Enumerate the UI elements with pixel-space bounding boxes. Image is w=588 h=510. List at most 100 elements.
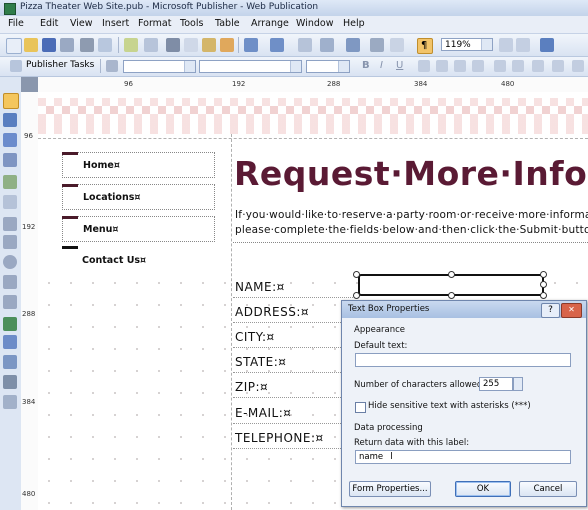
menu-file[interactable]: File xyxy=(8,18,24,29)
menu-view[interactable]: View xyxy=(70,18,93,29)
paste-icon[interactable] xyxy=(202,38,216,52)
web-preview-icon[interactable] xyxy=(370,38,384,52)
menu-format[interactable]: Format xyxy=(138,18,171,29)
bold-icon[interactable]: B xyxy=(362,60,370,71)
undo-icon[interactable] xyxy=(244,38,258,52)
help-icon[interactable] xyxy=(540,38,554,52)
cut-icon[interactable] xyxy=(166,38,180,52)
zoom-in-icon[interactable] xyxy=(516,38,530,52)
form-label-name[interactable]: NAME:¤ xyxy=(235,280,285,294)
text-box-icon[interactable] xyxy=(3,113,17,127)
help-button[interactable]: ? xyxy=(541,303,560,318)
format-painter-icon[interactable] xyxy=(220,38,234,52)
zoom-dropdown[interactable]: 119% xyxy=(441,38,493,51)
search-icon[interactable] xyxy=(60,38,74,52)
item-library-icon[interactable] xyxy=(3,395,17,409)
research-icon[interactable] xyxy=(144,38,158,52)
resize-handle[interactable] xyxy=(353,292,360,299)
task-pane-icon[interactable] xyxy=(10,60,22,72)
intro-text-line2[interactable]: please·complete·the·fields·below·and·the… xyxy=(235,224,588,236)
wordart-icon[interactable] xyxy=(3,153,17,167)
form-control-icon[interactable] xyxy=(3,317,17,331)
close-button[interactable]: ✕ xyxy=(561,303,582,318)
nav-item-contact[interactable]: Contact Us¤ xyxy=(62,248,215,274)
vertical-ruler[interactable]: 96 192 288 384 480 xyxy=(21,92,39,510)
html-fragment-icon[interactable] xyxy=(3,335,17,349)
new-icon[interactable] xyxy=(6,38,22,54)
line-icon[interactable] xyxy=(3,217,17,231)
print-preview-icon[interactable] xyxy=(98,38,112,52)
zoom-tool-icon[interactable] xyxy=(390,38,404,52)
hotspot-icon[interactable] xyxy=(3,355,17,369)
justify-icon[interactable] xyxy=(472,60,484,72)
style-dropdown[interactable] xyxy=(123,60,196,73)
copy-icon[interactable] xyxy=(184,38,198,52)
form-label-state[interactable]: STATE:¤ xyxy=(235,355,286,369)
spelling-icon[interactable] xyxy=(124,38,138,52)
font-color-icon[interactable] xyxy=(572,60,584,72)
bullets-icon[interactable] xyxy=(512,60,524,72)
resize-handle[interactable] xyxy=(448,271,455,278)
menu-insert[interactable]: Insert xyxy=(102,18,129,29)
open-icon[interactable] xyxy=(24,38,38,52)
ok-button[interactable]: OK xyxy=(455,481,511,497)
form-label-telephone[interactable]: TELEPHONE:¤ xyxy=(235,431,324,445)
arrow-icon[interactable] xyxy=(3,235,17,249)
indent-icon[interactable] xyxy=(532,60,544,72)
align-left-icon[interactable] xyxy=(418,60,430,72)
default-text-field[interactable] xyxy=(355,353,571,367)
form-properties-button[interactable]: Form Properties... xyxy=(349,481,431,497)
menu-window[interactable]: Window xyxy=(296,18,333,29)
form-label-email[interactable]: E-MAIL:¤ xyxy=(235,406,291,420)
menu-table[interactable]: Table xyxy=(215,18,240,29)
menu-help[interactable]: Help xyxy=(343,18,365,29)
font-size-dropdown[interactable] xyxy=(306,60,350,73)
resize-handle[interactable] xyxy=(540,281,547,288)
menu-arrange[interactable]: Arrange xyxy=(251,18,289,29)
form-label-address[interactable]: ADDRESS:¤ xyxy=(235,305,309,319)
num-chars-field[interactable]: 255 xyxy=(479,377,513,391)
outdent-icon[interactable] xyxy=(552,60,564,72)
save-icon[interactable] xyxy=(42,38,56,52)
underline-icon[interactable]: U xyxy=(396,60,403,71)
pilcrow-icon[interactable]: ¶ xyxy=(417,38,433,54)
send-backward-icon[interactable] xyxy=(320,38,334,52)
publisher-tasks-label[interactable]: Publisher Tasks xyxy=(26,60,94,70)
hyperlink-icon[interactable] xyxy=(346,38,360,52)
design-gallery-icon[interactable] xyxy=(3,375,17,389)
rectangle-icon[interactable] xyxy=(3,275,17,289)
italic-icon[interactable]: I xyxy=(380,60,383,71)
font-dropdown[interactable] xyxy=(199,60,302,73)
bring-forward-icon[interactable] xyxy=(298,38,312,52)
print-icon[interactable] xyxy=(80,38,94,52)
menu-tools[interactable]: Tools xyxy=(180,18,203,29)
align-center-icon[interactable] xyxy=(436,60,448,72)
redo-icon[interactable] xyxy=(270,38,284,52)
menu-edit[interactable]: Edit xyxy=(40,18,58,29)
intro-text-line1[interactable]: If·you·would·like·to·reserve·a·party·roo… xyxy=(235,209,588,221)
resize-handle[interactable] xyxy=(540,271,547,278)
styles-icon[interactable] xyxy=(106,60,118,72)
cancel-button[interactable]: Cancel xyxy=(519,481,577,497)
horizontal-ruler[interactable]: 96 192 288 384 480 xyxy=(21,77,588,93)
form-label-zip[interactable]: ZIP:¤ xyxy=(235,380,268,394)
nav-item-locations[interactable]: Locations¤ xyxy=(62,184,215,210)
resize-handle[interactable] xyxy=(448,292,455,299)
oval-icon[interactable] xyxy=(3,255,17,269)
page-heading[interactable]: Request·More·Info xyxy=(234,154,587,193)
nav-item-home[interactable]: Home¤ xyxy=(62,152,215,178)
align-right-icon[interactable] xyxy=(454,60,466,72)
autoshapes-icon[interactable] xyxy=(3,295,17,309)
zoom-out-icon[interactable] xyxy=(499,38,513,52)
nav-item-menu[interactable]: Menu¤ xyxy=(62,216,215,242)
form-label-city[interactable]: CITY:¤ xyxy=(235,330,275,344)
clip-art-icon[interactable] xyxy=(3,195,17,209)
hide-text-checkbox[interactable] xyxy=(355,402,366,413)
num-chars-spinner[interactable] xyxy=(513,377,523,391)
numbering-icon[interactable] xyxy=(494,60,506,72)
picture-icon[interactable] xyxy=(3,175,17,189)
select-pointer-icon[interactable] xyxy=(3,93,19,109)
resize-handle[interactable] xyxy=(353,271,360,278)
resize-handle[interactable] xyxy=(540,292,547,299)
return-data-field[interactable]: name I xyxy=(355,450,571,464)
